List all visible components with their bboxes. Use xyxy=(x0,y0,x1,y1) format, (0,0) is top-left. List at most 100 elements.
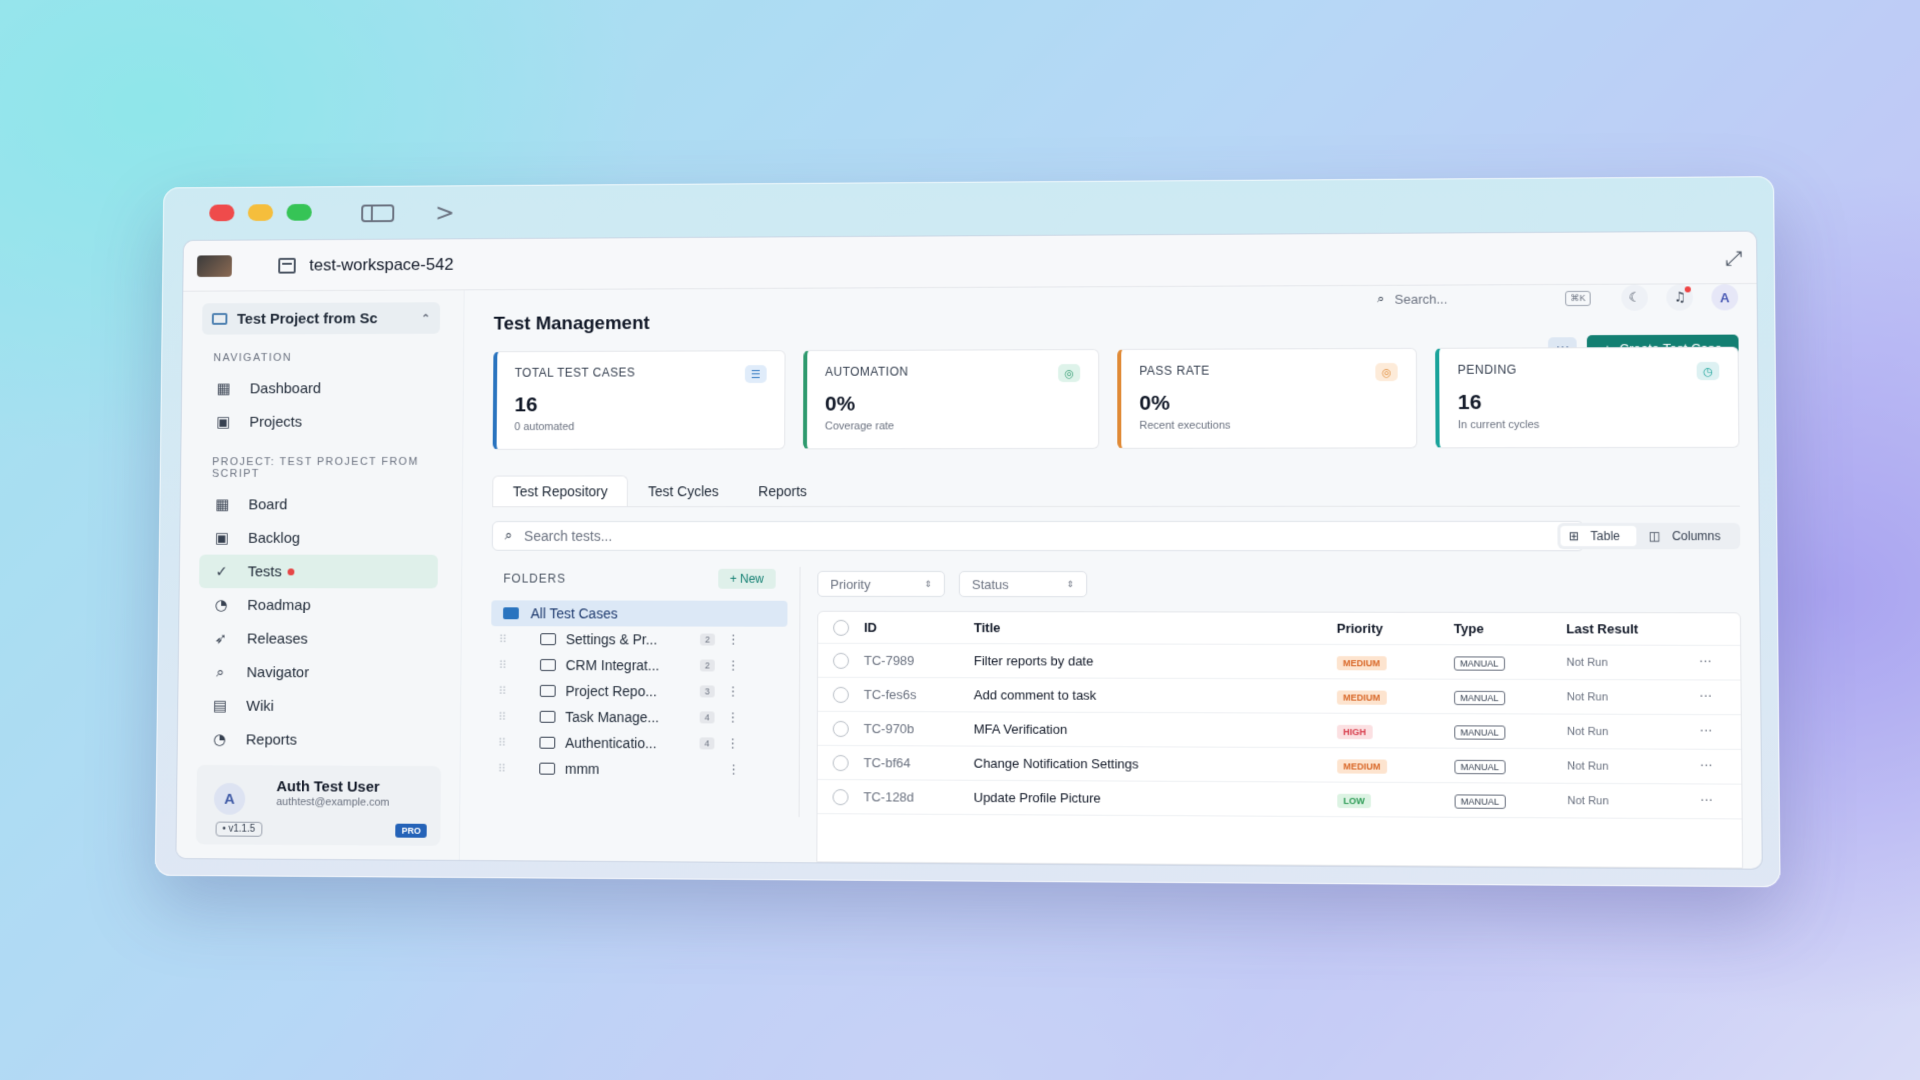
sidebar-item-roadmap[interactable]: ◔ Roadmap xyxy=(199,588,438,622)
notification-dot xyxy=(1684,286,1691,293)
test-title[interactable]: Update Profile Picture xyxy=(974,790,1338,807)
kebab-icon[interactable]: ⋮ xyxy=(727,632,740,647)
drag-handle-icon[interactable]: ⠿ xyxy=(499,658,529,671)
maximize-window-button[interactable] xyxy=(286,203,312,221)
notification-dot xyxy=(287,568,295,576)
new-folder-button[interactable]: + New xyxy=(717,568,776,589)
folder-icon xyxy=(503,607,519,620)
row-checkbox[interactable] xyxy=(832,720,849,737)
tab-test-cycles[interactable]: Test Cycles xyxy=(628,475,738,506)
column-header-id[interactable]: ID xyxy=(864,620,974,635)
sidebar-item-wiki[interactable]: ▤ Wiki xyxy=(197,689,436,724)
drag-handle-icon[interactable]: ⠿ xyxy=(499,633,529,646)
tab-test-repository[interactable]: Test Repository xyxy=(492,475,629,507)
kebab-icon[interactable]: ⋮ xyxy=(726,710,739,725)
table-view-button[interactable]: ⊞ Table xyxy=(1560,525,1637,547)
folder-item[interactable]: ⠿ Task Manage... 4 ⋮ xyxy=(490,704,787,731)
sidebar-item-backlog[interactable]: ▣ Backlog xyxy=(199,521,438,555)
test-id: TC-128d xyxy=(863,789,915,805)
search-icon: ⌕ xyxy=(216,663,225,682)
folder-all-test-cases[interactable]: All Test Cases xyxy=(491,600,788,627)
folder-count: 2 xyxy=(699,659,715,672)
table-row[interactable]: TC-fes6s Add comment to task MEDIUM MANU… xyxy=(817,677,1741,716)
tab-reports[interactable]: Reports xyxy=(738,475,826,506)
row-more-icon[interactable]: ··· xyxy=(1700,724,1741,739)
grid-icon: ▦ xyxy=(216,379,231,398)
sidebar-item-tests[interactable]: ✓ Tests xyxy=(199,554,438,589)
minimize-window-button[interactable] xyxy=(247,204,274,221)
row-more-icon[interactable]: ··· xyxy=(1700,794,1741,810)
column-header-last-result[interactable]: Last Result xyxy=(1566,621,1740,637)
sidebar-item-reports[interactable]: ◔ Reports xyxy=(197,723,436,758)
target-icon: ◎ xyxy=(1058,364,1081,383)
row-checkbox[interactable] xyxy=(832,652,849,669)
folder-item[interactable]: ⠿ CRM Integrat... 2 ⋮ xyxy=(491,652,787,679)
column-header-type[interactable]: Type xyxy=(1454,621,1567,636)
version-badge: • v1.1.5 xyxy=(215,821,262,837)
sidebar-item-releases[interactable]: ➶ Releases xyxy=(198,622,437,656)
folder-item[interactable]: ⠿ Authenticatio... 4 ⋮ xyxy=(490,730,787,757)
row-more-icon[interactable]: ··· xyxy=(1699,655,1740,670)
sidebar-item-board[interactable]: ▦ Board xyxy=(200,488,439,522)
row-checkbox[interactable] xyxy=(832,754,849,771)
sidebar-toggle-icon[interactable] xyxy=(361,204,395,223)
workspace-avatar[interactable] xyxy=(196,254,232,277)
row-checkbox[interactable] xyxy=(832,788,849,805)
stat-sub: Recent executions xyxy=(1139,419,1231,432)
kebab-icon[interactable]: ⋮ xyxy=(727,762,740,777)
table-row[interactable]: TC-7989 Filter reports by date MEDIUM MA… xyxy=(818,643,1741,681)
folder-icon xyxy=(540,633,557,646)
drag-handle-icon[interactable]: ⠿ xyxy=(498,710,528,723)
bell-icon[interactable]: ♫ xyxy=(1666,284,1694,311)
project-selector[interactable]: Test Project from Sc ⌃ xyxy=(202,302,441,335)
drag-handle-icon[interactable]: ⠿ xyxy=(498,762,528,775)
user-card[interactable]: A Auth Test User authtest@example.com • … xyxy=(195,764,441,846)
column-header-title[interactable]: Title xyxy=(974,620,1337,636)
drag-handle-icon[interactable]: ⠿ xyxy=(498,736,528,749)
table-row[interactable]: TC-128d Update Profile Picture LOW MANUA… xyxy=(817,779,1742,820)
row-more-icon[interactable]: ··· xyxy=(1700,759,1741,775)
close-window-button[interactable] xyxy=(209,204,235,222)
kebab-icon[interactable]: ⋮ xyxy=(727,684,740,699)
avatar[interactable]: A xyxy=(1711,284,1739,311)
table-row[interactable]: TC-970b MFA Verification HIGH MANUAL Not… xyxy=(817,711,1742,750)
sidebar-item-navigator[interactable]: ⌕ Navigator xyxy=(198,655,437,689)
theme-toggle-icon[interactable]: ☾ xyxy=(1621,284,1649,311)
test-title[interactable]: Change Notification Settings xyxy=(974,756,1338,773)
avatar: A xyxy=(213,782,246,815)
sidebar-item-projects[interactable]: ▣ Projects xyxy=(201,405,439,439)
folder-item[interactable]: ⠿ mmm ⋮ xyxy=(490,755,787,782)
window-toolbar: > xyxy=(361,199,455,227)
sidebar-item-dashboard[interactable]: ▦ Dashboard xyxy=(201,371,439,405)
columns-view-button[interactable]: ◫ Columns xyxy=(1640,526,1737,546)
status-filter[interactable]: Status ⇕ xyxy=(958,571,1088,598)
panel-divider[interactable] xyxy=(798,566,801,818)
folder-item[interactable]: ⠿ Settings & Pr... 2 ⋮ xyxy=(491,626,787,653)
test-title[interactable]: Filter reports by date xyxy=(974,653,1337,669)
forward-icon[interactable]: > xyxy=(435,199,455,227)
priority-filter[interactable]: Priority ⇕ xyxy=(817,570,945,598)
last-result: Not Run xyxy=(1566,690,1609,704)
search-tests-input[interactable]: ⌕ Search tests... xyxy=(491,520,1585,552)
page-title: Test Management xyxy=(493,313,650,335)
stat-card-automation: AUTOMATION 0% Coverage rate ◎ xyxy=(802,349,1100,450)
folder-item[interactable]: ⠿ Project Repo... 3 ⋮ xyxy=(491,678,788,705)
kebab-icon[interactable]: ⋮ xyxy=(727,658,740,673)
search-icon: ⌕ xyxy=(1377,291,1385,307)
row-checkbox[interactable] xyxy=(832,686,849,703)
kebab-icon[interactable]: ⋮ xyxy=(726,736,739,751)
row-more-icon[interactable]: ··· xyxy=(1699,690,1740,705)
column-header-priority[interactable]: Priority xyxy=(1337,621,1454,636)
workspace-name[interactable]: test-workspace-542 xyxy=(309,255,453,275)
table-row[interactable]: TC-bf64 Change Notification Settings MED… xyxy=(817,745,1742,785)
expand-icon[interactable]: ⤢ xyxy=(1725,245,1742,269)
type-badge: MANUAL xyxy=(1454,794,1506,809)
drag-handle-icon[interactable]: ⠿ xyxy=(499,684,529,697)
global-search[interactable]: ⌕ Search... ⌘K xyxy=(1377,285,1591,312)
test-title[interactable]: Add comment to task xyxy=(974,687,1337,703)
select-all-checkbox[interactable] xyxy=(833,619,850,636)
test-title[interactable]: MFA Verification xyxy=(974,721,1337,738)
chevron-updown-icon: ⌃ xyxy=(421,312,431,325)
project-heading: PROJECT: TEST PROJECT FROM SCRIPT xyxy=(211,456,419,481)
columns-view-label: Columns xyxy=(1671,528,1721,544)
